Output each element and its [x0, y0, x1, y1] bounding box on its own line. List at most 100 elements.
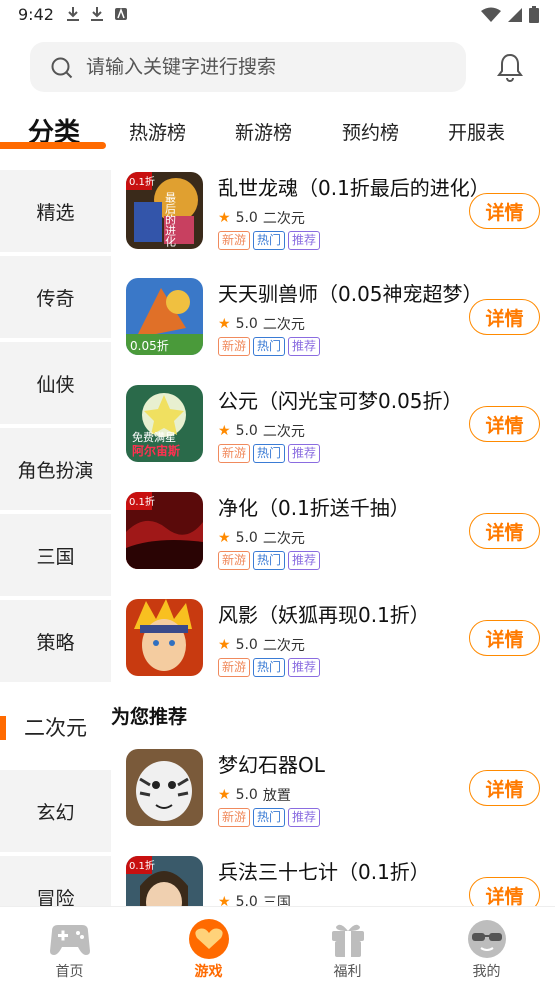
status-system-icons: [481, 6, 539, 23]
detail-button[interactable]: 详情: [469, 877, 540, 906]
search-icon: [51, 57, 73, 79]
game-rating: 5.0: [235, 423, 258, 439]
detail-button[interactable]: 详情: [469, 770, 540, 806]
list-item[interactable]: 免费满星 阿尔宙斯 公元（闪光宝可梦0.05折） ★ 5.0 二次元 新游 热门 推…: [111, 379, 555, 475]
category-label: 冒险: [36, 887, 75, 907]
game-genre: 三国: [262, 895, 291, 906]
game-rating: 5.0: [235, 894, 258, 906]
tag-new: 新游: [218, 658, 251, 677]
game-rating: 5.0: [235, 787, 258, 803]
game-title: 公元（闪光宝可梦0.05折）: [218, 389, 463, 413]
nav-item-mine[interactable]: 我的: [417, 907, 555, 988]
list-item[interactable]: 风影（妖狐再现0.1折） ★ 5.0 二次元 新游 热门 推荐 详情: [111, 593, 555, 689]
game-tags: 新游 热门 推荐: [218, 444, 321, 463]
tag-hot: 热门: [253, 808, 286, 827]
game-genre: 二次元: [262, 424, 305, 440]
game-meta: ★ 5.0 二次元: [218, 635, 305, 655]
category-item-fantasy[interactable]: 玄幻: [0, 770, 111, 852]
icon-text: 0.05折: [130, 338, 169, 353]
bottom-navigation: 首页 游戏 福利 我的: [0, 906, 555, 988]
category-item-adventure[interactable]: 冒险: [0, 856, 111, 906]
game-title: 乱世龙魂（0.1折最后的进化）: [218, 176, 488, 200]
game-meta: ★ 5.0 二次元: [218, 528, 305, 548]
game-genre: 放置: [262, 788, 291, 804]
game-rating: 5.0: [235, 530, 258, 546]
icon-text: 0.1折: [129, 495, 155, 508]
game-genre: 二次元: [262, 638, 305, 654]
heart-game-icon: [189, 919, 229, 959]
icon-text: 阿尔宙斯: [132, 443, 180, 458]
game-icon-luanshi: 0.1折 最后的进化: [126, 172, 203, 249]
game-tags: 新游 热门 推荐: [218, 551, 321, 570]
game-rating: 5.0: [235, 316, 258, 332]
star-icon: ★: [218, 787, 231, 803]
game-meta: ★ 5.0 二次元: [218, 314, 305, 334]
star-icon: ★: [218, 530, 231, 546]
game-list: 0.1折 最后的进化 乱世龙魂（0.1折最后的进化） ★ 5.0 二次元 新游 热门…: [111, 160, 555, 906]
tag-recommend: 推荐: [288, 658, 321, 677]
game-tags: 新游 热门 推荐: [218, 337, 321, 356]
game-icon-fengying: [126, 599, 203, 676]
nav-label: 我的: [472, 964, 501, 980]
tab-new-games[interactable]: 新游榜: [235, 118, 292, 145]
tag-hot: 热门: [253, 551, 286, 570]
category-item-three-kingdoms[interactable]: 三国: [0, 514, 111, 596]
game-title: 风影（妖狐再现0.1折）: [218, 603, 430, 627]
game-meta: ★ 5.0 三国: [218, 892, 291, 906]
top-tabs: 分类 热游榜 新游榜 预约榜 开服表: [0, 106, 555, 158]
game-title: 天天驯兽师（0.05神宠超梦）: [218, 282, 483, 306]
tab-server-schedule[interactable]: 开服表: [448, 118, 505, 145]
list-item[interactable]: 0.1折 净化（0.1折送千抽） ★ 5.0 二次元 新游 热门 推荐 详情: [111, 486, 555, 582]
tag-new: 新游: [218, 337, 251, 356]
search-input[interactable]: [86, 42, 456, 92]
list-item[interactable]: 0.1折 最后的进化 乱世龙魂（0.1折最后的进化） ★ 5.0 二次元 新游 热门…: [111, 166, 555, 262]
tab-hot-games[interactable]: 热游榜: [129, 118, 186, 145]
battery-icon: [529, 6, 539, 23]
list-item[interactable]: 0.05折 天天驯兽师（0.05神宠超梦） ★ 5.0 二次元 新游 热门 推荐 详…: [111, 272, 555, 368]
tag-recommend: 推荐: [288, 808, 321, 827]
game-title: 净化（0.1折送千抽）: [218, 496, 410, 520]
icon-text: 最后的进化: [164, 192, 177, 248]
category-label: 三国: [36, 545, 75, 568]
detail-button[interactable]: 详情: [469, 513, 540, 549]
category-label: 仙侠: [36, 373, 75, 396]
game-tags: 新游 热门 推荐: [218, 808, 321, 827]
tag-hot: 热门: [253, 658, 286, 677]
nav-item-games[interactable]: 游戏: [139, 907, 278, 988]
category-item-xianxia[interactable]: 仙侠: [0, 342, 111, 424]
detail-button[interactable]: 详情: [469, 406, 540, 442]
list-item[interactable]: 梦幻石器OL ★ 5.0 放置 新游 热门 推荐 详情: [111, 743, 555, 839]
search-bar[interactable]: [30, 42, 466, 92]
category-item-strategy[interactable]: 策略: [0, 600, 111, 682]
star-icon: ★: [218, 210, 231, 226]
detail-button[interactable]: 详情: [469, 620, 540, 656]
gamepad-icon: [50, 925, 90, 955]
category-item-featured[interactable]: 精选: [0, 170, 111, 252]
tab-reservation[interactable]: 预约榜: [342, 118, 399, 145]
game-icon-bingfa: 0.1折: [126, 856, 203, 906]
tag-recommend: 推荐: [288, 551, 321, 570]
bell-icon[interactable]: [494, 51, 526, 83]
nav-label: 福利: [333, 964, 362, 980]
tag-new: 新游: [218, 808, 251, 827]
category-item-anime[interactable]: 二次元: [0, 686, 111, 768]
category-item-legend[interactable]: 传奇: [0, 256, 111, 338]
game-title: 梦幻石器OL: [218, 753, 325, 777]
detail-button[interactable]: 详情: [469, 193, 540, 229]
app-screen: 9:42 分类 热游榜 新游榜 预约榜 开服表 精选 传奇 仙侠 角色扮演 三国…: [0, 0, 555, 988]
category-label: 玄幻: [36, 801, 75, 824]
game-meta: ★ 5.0 放置: [218, 785, 291, 805]
nav-item-welfare[interactable]: 福利: [278, 907, 417, 988]
tag-new: 新游: [218, 444, 251, 463]
category-item-rpg[interactable]: 角色扮演: [0, 428, 111, 510]
game-icon-menghuan: [126, 749, 203, 826]
nav-label: 首页: [55, 964, 84, 980]
nav-item-home[interactable]: 首页: [0, 907, 139, 988]
game-rating: 5.0: [235, 637, 258, 653]
game-rating: 5.0: [235, 210, 258, 226]
icon-text: 0.1折: [129, 859, 155, 872]
star-icon: ★: [218, 894, 231, 906]
category-label: 精选: [36, 201, 75, 224]
list-item[interactable]: 0.1折 兵法三十七计（0.1折） ★ 5.0 三国 详情: [111, 850, 555, 906]
detail-button[interactable]: 详情: [469, 299, 540, 335]
